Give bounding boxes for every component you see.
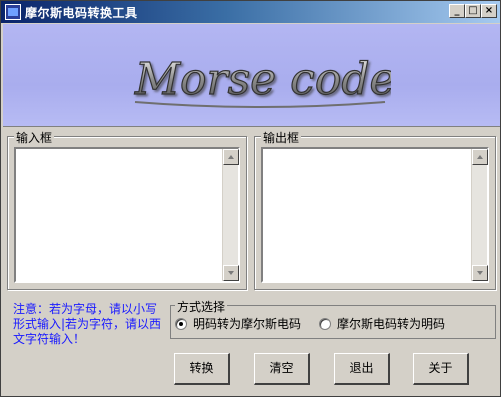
chevron-down-icon — [477, 271, 483, 275]
chevron-up-icon — [228, 155, 234, 159]
mode-option-plain-to-morse[interactable]: 明码转为摩尔斯电码 — [175, 315, 301, 332]
convert-button[interactable]: 转换 — [174, 353, 230, 385]
mode-option-label: 明码转为摩尔斯电码 — [193, 317, 302, 331]
about-button[interactable]: 关于 — [413, 353, 469, 385]
input-group: 输入框 — [7, 129, 247, 290]
close-icon: × — [484, 5, 494, 16]
input-scroll-down[interactable] — [223, 265, 239, 281]
minimize-icon: _ — [454, 5, 460, 16]
logo-text: Morse code — [134, 54, 391, 105]
input-scrollbar[interactable] — [222, 149, 239, 281]
mode-option-label: 摩尔斯电码转为明码 — [337, 317, 446, 331]
window-title: 摩尔斯电码转换工具 — [25, 6, 138, 20]
input-box[interactable] — [14, 147, 240, 283]
output-box[interactable] — [261, 147, 489, 283]
input-label: 输入框 — [14, 129, 55, 146]
exit-button[interactable]: 退出 — [334, 353, 390, 385]
input-note: 注意：若为字母，请以小写形式输入|若为字符，请以西文字符输入！ — [13, 302, 162, 346]
output-textarea[interactable] — [263, 149, 469, 281]
output-scrollbar[interactable] — [471, 149, 488, 281]
output-scroll-up[interactable] — [472, 149, 488, 165]
input-scroll-up[interactable] — [223, 149, 239, 165]
close-button[interactable]: × — [481, 4, 497, 18]
maximize-button[interactable]: □ — [465, 4, 481, 18]
chevron-up-icon — [477, 155, 483, 159]
morse-code-logo: Morse code — [133, 53, 391, 108]
title-bar[interactable]: 摩尔斯电码转换工具 _ □ × — [1, 1, 500, 23]
app-window: 摩尔斯电码转换工具 _ □ × Morse code 输入框 输出框 注意：若为… — [0, 0, 501, 397]
banner: Morse code — [3, 24, 500, 127]
output-scroll-down[interactable] — [472, 265, 488, 281]
mode-selection: 方式选择 明码转为摩尔斯电码 摩尔斯电码转为明码 — [170, 298, 496, 339]
radio-checked-icon[interactable] — [175, 317, 187, 330]
radio-icon[interactable] — [319, 317, 331, 330]
output-group: 输出框 — [254, 129, 496, 290]
chevron-down-icon — [228, 271, 234, 275]
clear-button[interactable]: 清空 — [254, 353, 310, 385]
mode-label: 方式选择 — [175, 298, 228, 315]
input-textarea[interactable] — [16, 149, 220, 281]
mode-option-morse-to-plain[interactable]: 摩尔斯电码转为明码 — [319, 315, 445, 332]
app-icon[interactable] — [5, 4, 21, 20]
output-label: 输出框 — [261, 129, 302, 146]
minimize-button[interactable]: _ — [449, 4, 465, 18]
maximize-icon: □ — [468, 5, 478, 16]
